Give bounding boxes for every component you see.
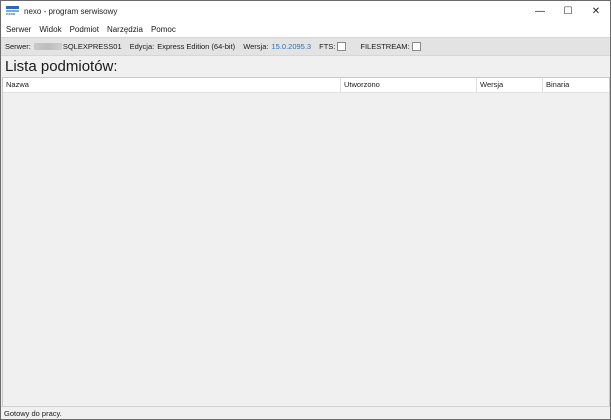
- minimize-button[interactable]: —: [526, 1, 554, 21]
- status-bar: Gotowy do pracy.: [1, 406, 610, 419]
- column-header-binaria[interactable]: Binaria: [543, 78, 609, 92]
- column-header-utworzono[interactable]: Utworzono: [341, 78, 477, 92]
- menu-podmiot[interactable]: Podmiot: [67, 25, 102, 34]
- server-value: SQLEXPRESS01: [62, 42, 122, 51]
- menu-pomoc[interactable]: Pomoc: [148, 25, 179, 34]
- status-text: Gotowy do pracy.: [4, 409, 62, 418]
- window-title: nexo - program serwisowy: [24, 6, 118, 16]
- menu-serwer[interactable]: Serwer: [3, 25, 34, 34]
- nexo-app-icon: nexo: [6, 6, 19, 16]
- version-value: 15.0.2095.3: [271, 42, 312, 51]
- fts-checkbox[interactable]: [337, 42, 347, 51]
- fts-label: FTS:: [319, 42, 336, 51]
- menu-bar: Serwer Widok Podmiot Narzędzia Pomoc: [1, 21, 610, 37]
- table-header: Nazwa Utworzono Wersja Binaria: [3, 78, 609, 93]
- minimize-icon: —: [535, 5, 545, 17]
- column-header-wersja[interactable]: Wersja: [477, 78, 543, 92]
- title-bar[interactable]: nexo nexo - program serwisowy — ☐ ✕: [1, 1, 610, 21]
- close-button[interactable]: ✕: [582, 1, 610, 21]
- menu-narzedzia[interactable]: Narzędzia: [104, 25, 146, 34]
- menu-widok[interactable]: Widok: [36, 25, 64, 34]
- redacted-server-host: [33, 43, 62, 50]
- page-title: Lista podmiotów:: [5, 58, 118, 75]
- close-icon: ✕: [591, 5, 601, 17]
- filestream-label: FILESTREAM:: [360, 42, 410, 51]
- filestream-checkbox[interactable]: [411, 42, 421, 51]
- app-window: nexo nexo - program serwisowy — ☐ ✕ Serw…: [0, 0, 611, 420]
- server-label: Serwer:: [5, 42, 31, 51]
- server-info-bar: Serwer: SQLEXPRESS01 Edycja: Express Edi…: [1, 37, 610, 56]
- edition-value: Express Edition (64-bit): [157, 42, 236, 51]
- maximize-icon: ☐: [563, 5, 573, 17]
- window-controls: — ☐ ✕: [526, 1, 610, 21]
- edition-label: Edycja:: [129, 42, 155, 51]
- maximize-button[interactable]: ☐: [554, 1, 582, 21]
- version-label: Wersja:: [243, 42, 269, 51]
- column-header-nazwa[interactable]: Nazwa: [3, 78, 341, 92]
- entities-table[interactable]: Nazwa Utworzono Wersja Binaria: [2, 77, 610, 407]
